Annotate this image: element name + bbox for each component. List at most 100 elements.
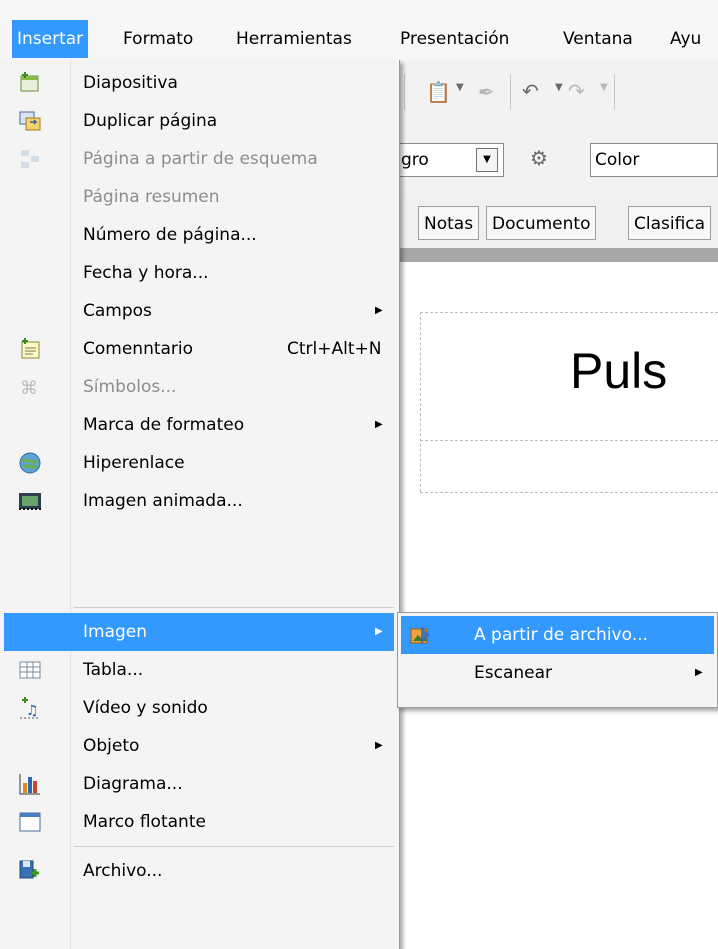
redo-icon[interactable]: ↷ [568,79,585,103]
menu-item-label: Página a partir de esquema [83,149,318,169]
svg-text:⌘: ⌘ [20,378,38,399]
menu-item-archivo[interactable]: Archivo... [4,852,394,890]
table-icon [19,661,41,679]
menu-item-imagen-animada[interactable]: Imagen animada... [4,482,394,520]
chart-icon [19,774,40,795]
tab-clasificador[interactable]: Clasifica [628,206,712,240]
workspace-border [400,248,718,262]
content-placeholder-border [420,492,718,493]
menu-item-pagina-resumen[interactable]: Página resumen [4,178,394,216]
undo-icon[interactable]: ↶ [522,79,539,103]
symbols-icon: ⌘ [20,378,38,399]
line-color-value: gro [401,150,429,170]
clone-format-icon[interactable]: ✒ [478,80,495,104]
menu-item-diapositiva[interactable]: Diapositiva [4,64,394,102]
floating-frame-icon [19,812,41,832]
menu-item-label: Fecha y hora... [83,263,209,283]
menu-item-comentario[interactable]: Comenntario Ctrl+Alt+N [4,330,394,368]
image-from-file-icon [410,626,430,644]
menu-item-label: Diagrama... [83,774,183,794]
submenu-item-label: A partir de archivo... [474,625,648,645]
menu-item-hiperenlace[interactable]: Hiperenlace [4,444,394,482]
submenu-arrow-icon: ▶ [375,419,383,430]
menu-item-shortcut: Ctrl+Alt+N [287,339,382,359]
menu-item-label: Duplicar página [83,111,218,131]
submenu-item-label: Escanear [474,663,553,683]
menu-item-marca-formateo[interactable]: Marca de formateo ▶ [4,406,394,444]
video-sound-icon: ♫ [20,697,40,719]
menu-item-label: Tabla... [83,660,144,680]
menu-item-simbolos[interactable]: ⌘ Símbolos... [4,368,394,406]
toolbar-separator [510,74,511,110]
menu-item-campos[interactable]: Campos ▶ [4,292,394,330]
submenu-item-a-partir-de-archivo[interactable]: A partir de archivo... [401,616,714,654]
menu-separator [74,846,394,847]
menu-item-label: Imagen animada... [83,491,243,511]
menu-item-label: Campos [83,301,152,321]
image-submenu: A partir de archivo... Escanear ▶ [397,612,718,708]
menu-item-diagrama[interactable]: Diagrama... [4,765,394,803]
tab-notas[interactable]: Notas [418,206,480,240]
title-placeholder-border [420,440,718,441]
menu-herramientas[interactable]: Herramientas [236,22,352,56]
menu-insertar[interactable]: Insertar [12,20,89,58]
menu-item-label: Imagen [83,622,148,642]
menu-item-label: Número de página... [83,225,257,245]
insert-file-icon [19,860,39,879]
menu-item-objeto[interactable]: Objeto ▶ [4,727,394,765]
duplicate-page-icon [19,111,41,131]
menu-item-numero-pagina[interactable]: Número de página... [4,216,394,254]
redo-dropdown-icon[interactable]: ▼ [600,82,608,93]
chevron-down-icon[interactable]: ▼ [476,148,498,172]
toolbar-separator [614,74,615,110]
menu-item-label: Vídeo y sonido [83,698,208,718]
menu-item-label: Diapositiva [83,73,178,93]
menu-item-label: Marca de formateo [83,415,245,435]
paste-icon[interactable]: 📋 [426,80,451,104]
menu-item-fecha-hora[interactable]: Fecha y hora... [4,254,394,292]
menu-presentacion[interactable]: Presentación [400,22,509,56]
menu-item-pagina-esquema[interactable]: Página a partir de esquema [4,140,394,178]
tab-documento[interactable]: Documento [486,206,597,240]
menu-item-label: Símbolos... [83,377,177,397]
submenu-item-escanear[interactable]: Escanear ▶ [401,654,714,692]
submenu-arrow-icon: ▶ [375,740,383,751]
slide-canvas[interactable]: Puls [400,262,718,949]
new-slide-icon [20,72,39,92]
menu-ventana[interactable]: Ventana [563,22,633,56]
hyperlink-icon [19,452,41,474]
view-tabs: Notas Documento Clasifica [400,198,718,248]
fill-style-value: Color [595,150,640,170]
menu-item-tabla[interactable]: Tabla... [4,651,394,689]
undo-dropdown-icon[interactable]: ▼ [555,82,563,93]
menu-bar: Insertar Formato Herramientas Presentaci… [0,0,718,61]
submenu-arrow-icon: ▶ [695,667,703,678]
standard-toolbar: 📋 ▼ ✒ ↶ ▼ ↷ ▼ [400,60,718,126]
placeholder-left-border [420,312,421,492]
fill-style-combo[interactable]: Color [590,143,718,177]
menu-ayuda[interactable]: Ayu [670,22,701,56]
paste-dropdown-icon[interactable]: ▼ [456,82,464,93]
menu-item-imagen[interactable]: Imagen ▶ [4,613,394,651]
menu-item-label: Página resumen [83,187,220,207]
insert-menu: Diapositiva Duplicar página Página a par… [0,60,400,949]
comment-icon [21,338,40,359]
menu-item-video-sonido[interactable]: ♫ Vídeo y sonido [4,689,394,727]
menu-item-label: Objeto [83,736,140,756]
line-fill-toolbar: gro ▼ ⚙ Color [396,126,718,198]
title-placeholder-border [420,312,718,313]
menu-item-label: Hiperenlace [83,453,185,473]
menu-formato[interactable]: Formato [123,22,193,56]
menu-item-duplicar-pagina[interactable]: Duplicar página [4,102,394,140]
menu-item-label: Archivo... [83,861,163,881]
area-fill-icon[interactable]: ⚙ [530,146,548,170]
slide-title-placeholder[interactable]: Puls [570,342,667,400]
menu-item-label: Marco flotante [83,812,206,832]
menu-separator [74,607,394,608]
outline-page-icon [21,150,39,168]
submenu-arrow-icon: ▶ [375,305,383,316]
animated-image-icon [19,493,41,510]
submenu-arrow-icon: ▶ [375,626,383,637]
toolbar-separator [404,74,405,110]
menu-item-marco-flotante[interactable]: Marco flotante [4,803,394,841]
